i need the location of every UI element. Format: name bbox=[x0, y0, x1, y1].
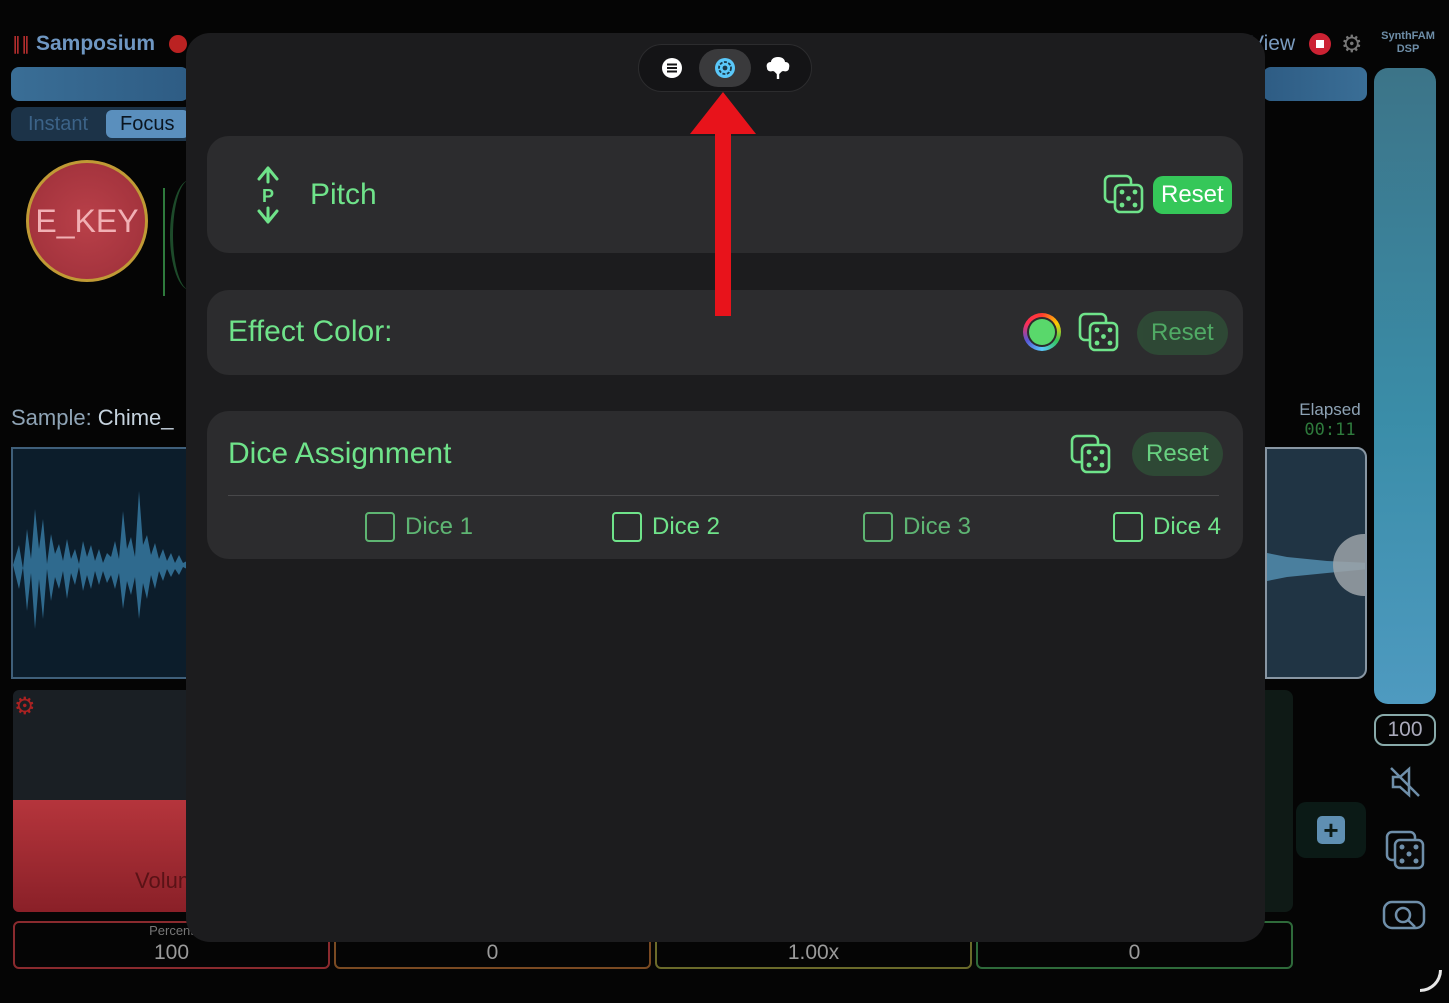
stop-record-button[interactable] bbox=[1309, 33, 1331, 55]
logo-line2: DSP bbox=[1396, 43, 1420, 55]
bottom-value-4: 0 bbox=[1128, 941, 1141, 964]
dice-4-label: Dice 4 bbox=[1153, 513, 1222, 540]
swatch-ring bbox=[1027, 317, 1057, 347]
waveform-graphic bbox=[13, 491, 187, 629]
level-line bbox=[163, 188, 165, 296]
sample-name[interactable]: Chime_ bbox=[98, 405, 174, 430]
effect-color-reset-button[interactable]: Reset bbox=[1137, 311, 1228, 355]
gear-icon[interactable]: ⚙ bbox=[1341, 30, 1363, 59]
elapsed-display: Elapsed 00:11 bbox=[1290, 400, 1370, 440]
dice-assignment-card: Dice Assignment Reset Dice 1 Dice 2 Dice… bbox=[207, 411, 1243, 559]
bottom-value-speed: 1.00x bbox=[787, 941, 840, 964]
segment-focus[interactable]: Focus bbox=[106, 110, 189, 138]
progress-bar-left[interactable] bbox=[11, 67, 189, 101]
dice-randomize-button[interactable] bbox=[1070, 434, 1112, 479]
app-header: ∥∥ Samposium bbox=[12, 32, 188, 56]
dice-3-checkbox[interactable]: Dice 3 bbox=[863, 512, 971, 542]
bottom-value-2: 0 bbox=[486, 941, 499, 964]
bottom-value-volume: 100 bbox=[153, 941, 190, 964]
waveform-view[interactable] bbox=[11, 447, 189, 679]
dice-icon[interactable] bbox=[1380, 828, 1430, 880]
tree-icon bbox=[766, 57, 790, 79]
checkbox-box bbox=[863, 512, 893, 542]
record-indicator-icon[interactable] bbox=[169, 35, 188, 53]
key-knob[interactable]: E_KEY bbox=[26, 160, 148, 282]
checkbox-box bbox=[612, 512, 642, 542]
segment-instant[interactable]: Instant bbox=[14, 110, 102, 138]
dice-1-label: Dice 1 bbox=[405, 513, 474, 540]
plus-icon: + bbox=[1317, 816, 1345, 844]
right-panel bbox=[1263, 690, 1293, 912]
effect-color-title: Effect Color: bbox=[228, 315, 393, 348]
master-volume-slider[interactable] bbox=[1374, 68, 1436, 704]
pitch-reset-button[interactable]: Reset bbox=[1153, 176, 1232, 214]
pitch-title: Pitch bbox=[310, 178, 377, 211]
tab-settings[interactable] bbox=[698, 49, 751, 87]
mute-icon[interactable] bbox=[1380, 762, 1430, 810]
dice-1-checkbox[interactable]: Dice 1 bbox=[365, 512, 473, 542]
dice-icon bbox=[1070, 434, 1111, 474]
annotation-arrow-icon bbox=[690, 92, 756, 316]
volume-fill bbox=[13, 800, 189, 912]
settings-icon bbox=[714, 58, 735, 78]
dice-assignment-title: Dice Assignment bbox=[228, 437, 452, 470]
mode-segmented-control[interactable]: Instant Focus bbox=[11, 107, 201, 141]
volume-label: Volum bbox=[135, 868, 189, 893]
sample-row: Sample: Chime_ bbox=[11, 405, 174, 431]
waveform-view-right[interactable] bbox=[1265, 447, 1367, 679]
dice-4-checkbox[interactable]: Dice 4 bbox=[1113, 512, 1221, 542]
elapsed-time: 00:11 bbox=[1304, 420, 1356, 440]
logo-line1: SynthFAM bbox=[1381, 30, 1435, 42]
dice-assignment-reset-button[interactable]: Reset bbox=[1132, 432, 1223, 476]
pitch-randomize-button[interactable] bbox=[1103, 174, 1145, 219]
sample-label: Sample: bbox=[11, 405, 92, 430]
volume-settings-icon[interactable]: ⚙ bbox=[14, 692, 36, 721]
progress-bar-right[interactable] bbox=[1263, 67, 1367, 101]
dice-divider bbox=[228, 495, 1219, 496]
synthfam-logo: SynthFAM DSP bbox=[1375, 30, 1441, 56]
volume-panel[interactable]: Volum bbox=[13, 690, 189, 912]
checkbox-box bbox=[1113, 512, 1143, 542]
master-volume-value[interactable]: 100 bbox=[1374, 714, 1436, 746]
tab-list[interactable] bbox=[646, 49, 698, 87]
add-button[interactable]: + bbox=[1296, 802, 1366, 858]
swatch-fill bbox=[1029, 319, 1055, 345]
dice-2-checkbox[interactable]: Dice 2 bbox=[612, 512, 720, 542]
dice-2-label: Dice 2 bbox=[652, 513, 721, 540]
app-title: Samposium bbox=[36, 32, 156, 55]
dice-icon bbox=[1078, 312, 1119, 352]
list-icon bbox=[661, 58, 682, 78]
pitch-icon: P bbox=[253, 166, 283, 229]
modal-tab-bar bbox=[638, 44, 812, 92]
dice-3-label: Dice 3 bbox=[903, 513, 972, 540]
effect-randomize-button[interactable] bbox=[1078, 312, 1120, 357]
search-chat-icon[interactable] bbox=[1380, 896, 1430, 948]
checkbox-box bbox=[365, 512, 395, 542]
dice-icon bbox=[1103, 174, 1144, 214]
elapsed-label: Elapsed bbox=[1299, 400, 1361, 419]
pitch-icon-letter: P bbox=[262, 186, 274, 206]
tab-tree[interactable] bbox=[752, 49, 804, 87]
color-picker-swatch[interactable] bbox=[1023, 313, 1061, 351]
waveform-icon: ∥∥ bbox=[12, 33, 30, 54]
